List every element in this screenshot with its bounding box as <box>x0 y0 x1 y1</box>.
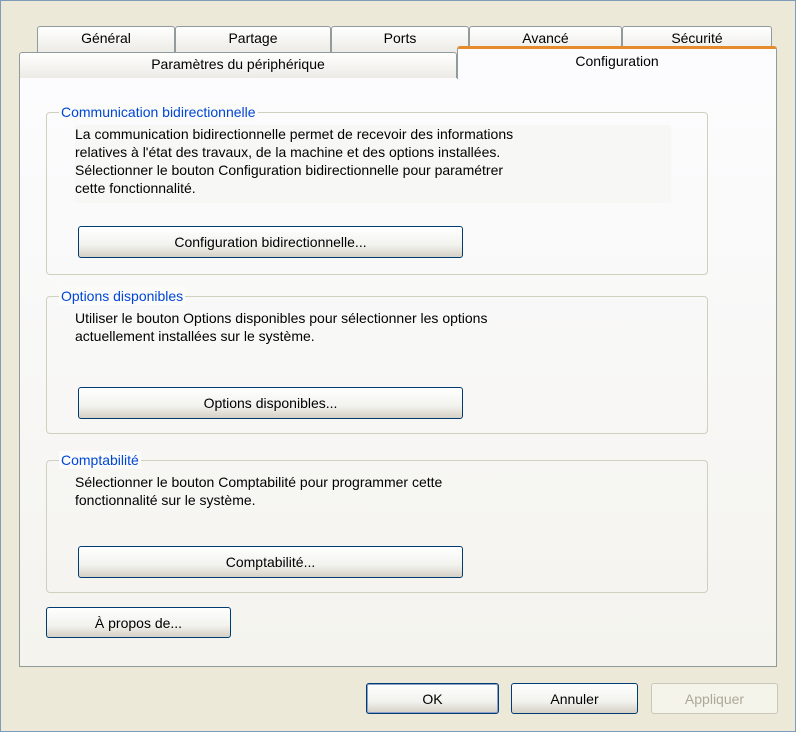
about-button[interactable]: À propos de... <box>46 607 231 638</box>
tab-configuration[interactable]: Configuration <box>457 46 777 79</box>
accounting-group: Comptabilité Sélectionner le bouton Comp… <box>46 451 708 593</box>
ok-button[interactable]: OK <box>366 683 499 714</box>
available-options-description-line: Utiliser le bouton Options disponibles p… <box>75 310 488 326</box>
bidirectional-description-line: cette fonctionnalité. <box>75 180 196 196</box>
accounting-description: Sélectionner le bouton Comptabilité pour… <box>75 473 675 509</box>
bidirectional-description-line: relatives à l'état des travaux, de la ma… <box>75 144 501 160</box>
accounting-description-line: Sélectionner le bouton Comptabilité pour… <box>75 474 443 490</box>
apply-button: Appliquer <box>651 683 778 714</box>
bidirectional-group: Communication bidirectionnelle La commun… <box>46 103 708 275</box>
tab-sharing[interactable]: Partage <box>175 26 331 52</box>
accounting-description-line: fonctionnalité sur le système. <box>75 492 256 508</box>
accounting-button[interactable]: Comptabilité... <box>78 546 463 578</box>
bidirectional-group-title: Communication bidirectionnelle <box>59 103 258 121</box>
tab-ports[interactable]: Ports <box>331 26 469 52</box>
tab-general[interactable]: Général <box>37 26 175 52</box>
available-options-description-line: actuellement installées sur le système. <box>75 328 315 344</box>
tab-device-settings[interactable]: Paramètres du périphérique <box>19 52 457 78</box>
bidirectional-description-line: Sélectionner le bouton Configuration bid… <box>75 162 504 178</box>
accounting-group-title: Comptabilité <box>59 451 141 469</box>
available-options-group: Options disponibles Utiliser le bouton O… <box>46 287 708 434</box>
available-options-description: Utiliser le bouton Options disponibles p… <box>75 309 675 345</box>
printer-properties-dialog: Général Partage Ports Avancé Sécurité Pa… <box>0 0 796 732</box>
available-options-button[interactable]: Options disponibles... <box>78 387 463 419</box>
configuration-panel: Communication bidirectionnelle La commun… <box>19 77 777 667</box>
available-options-group-title: Options disponibles <box>59 287 186 305</box>
bidirectional-description-line: La communication bidirectionnelle permet… <box>75 126 514 142</box>
bidirectional-description: La communication bidirectionnelle permet… <box>75 125 671 203</box>
bidirectional-setup-button[interactable]: Configuration bidirectionnelle... <box>78 226 463 258</box>
cancel-button[interactable]: Annuler <box>511 683 638 714</box>
